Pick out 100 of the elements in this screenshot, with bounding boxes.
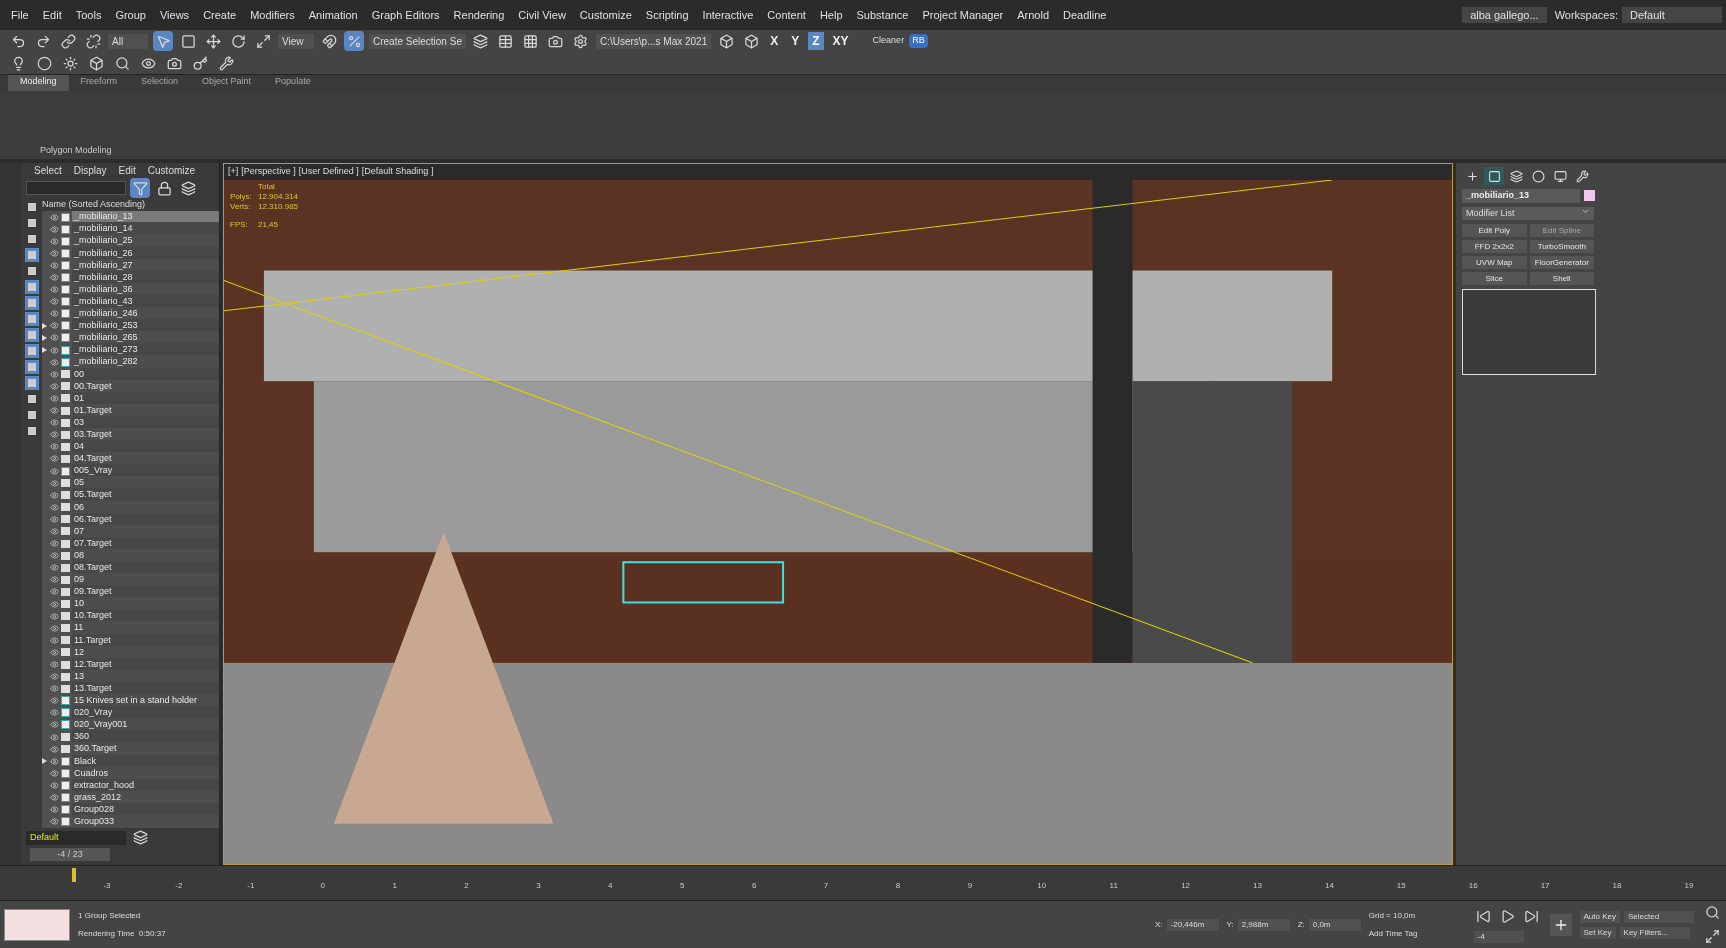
eye-icon[interactable]: [50, 744, 59, 754]
modifier-button[interactable]: UVW Map: [1462, 256, 1527, 269]
eye-icon[interactable]: [50, 333, 59, 343]
modifier-button[interactable]: FloorGenerator: [1529, 256, 1594, 269]
eye-icon[interactable]: [50, 720, 59, 730]
object-color-swatch[interactable]: [1584, 190, 1595, 202]
explorer-menu-item[interactable]: Select: [34, 163, 62, 178]
set-key-button[interactable]: Set Key: [1579, 926, 1616, 939]
object-name[interactable]: _mobiliario_282: [72, 355, 219, 369]
key-mode-dropdown[interactable]: Selected: [1624, 910, 1694, 923]
filter-toggle[interactable]: [25, 344, 39, 358]
eye-icon[interactable]: [50, 527, 59, 536]
filter-toggle[interactable]: [25, 376, 39, 390]
percent-icon[interactable]: [344, 31, 364, 51]
eye-icon[interactable]: [50, 587, 59, 597]
filter-toggle[interactable]: [25, 312, 39, 326]
object-name[interactable]: _mobiliario_25: [72, 234, 219, 248]
eye-icon[interactable]: [50, 466, 59, 476]
eye-icon[interactable]: [50, 647, 59, 657]
eye-icon[interactable]: [50, 768, 59, 778]
panel-label[interactable]: Polygon Modeling: [40, 143, 130, 157]
project-path-dropdown[interactable]: C:\Users\p...s Max 2021: [595, 33, 712, 49]
eye-icon[interactable]: [50, 248, 59, 258]
eye-icon[interactable]: [50, 599, 59, 609]
filter-toggle[interactable]: [25, 296, 39, 310]
menu-item[interactable]: Rendering: [446, 6, 512, 24]
filter-toggle[interactable]: [25, 216, 39, 230]
filter-toggle[interactable]: [25, 360, 39, 374]
timeline-track[interactable]: -3 -2 -1 0 1 2 3 4 5 6 7 8 9 10 11 12 13 14 15 16 17 18 19: [0, 865, 1726, 901]
eye-icon[interactable]: [50, 224, 59, 234]
current-frame-field[interactable]: -4: [1473, 930, 1524, 943]
rb-button[interactable]: RB: [909, 34, 928, 48]
coordinate-field[interactable]: 0,0m: [1308, 918, 1361, 931]
menu-item[interactable]: Create: [196, 6, 244, 24]
filter-toggle[interactable]: [25, 408, 39, 422]
menu-item[interactable]: Interactive: [695, 6, 761, 24]
cleaner-label[interactable]: Cleaner: [872, 34, 905, 48]
eye-icon[interactable]: [50, 345, 59, 355]
axis-button[interactable]: X: [766, 32, 783, 50]
menu-item[interactable]: Arnold: [1010, 6, 1056, 24]
viewport-label[interactable]: [Default Shading ]: [361, 165, 434, 179]
maxscript-listener[interactable]: [4, 908, 70, 941]
menu-item[interactable]: Tools: [68, 6, 109, 24]
eye-icon[interactable]: [50, 478, 59, 488]
eye-icon[interactable]: [50, 381, 59, 391]
eye-icon[interactable]: [50, 805, 59, 815]
viewport-label[interactable]: [Perspective ]: [241, 165, 296, 179]
eye-icon[interactable]: [50, 684, 59, 694]
menu-item[interactable]: Edit: [35, 6, 69, 24]
eye-icon[interactable]: [50, 369, 59, 379]
modifier-button[interactable]: Edit Poly: [1462, 224, 1527, 237]
filter-toggle[interactable]: [25, 392, 39, 406]
menu-item[interactable]: Content: [760, 6, 813, 24]
explorer-menu-item[interactable]: Customize: [147, 163, 196, 178]
link-icon[interactable]: [58, 31, 78, 51]
viewport-label[interactable]: [+]: [228, 165, 239, 179]
workspace-dropdown[interactable]: Default: [1622, 6, 1722, 24]
eye-icon[interactable]: [50, 514, 59, 524]
eye-icon[interactable]: [50, 260, 59, 270]
eye-icon[interactable]: [50, 236, 59, 246]
eye-icon[interactable]: [50, 708, 59, 718]
eye-icon[interactable]: [50, 502, 59, 512]
ribbon-tab[interactable]: Populate: [263, 75, 323, 91]
axis-button[interactable]: XY: [828, 32, 853, 50]
object-name-field[interactable]: _mobiliario_13: [1462, 189, 1580, 203]
menu-item[interactable]: Modifiers: [243, 6, 302, 24]
eye-icon[interactable]: [50, 793, 59, 803]
menu-item[interactable]: Civil View: [511, 6, 573, 24]
menu-item[interactable]: Customize: [572, 6, 639, 24]
eye-icon[interactable]: [50, 732, 59, 742]
menu-item[interactable]: Views: [152, 6, 197, 24]
menu-item[interactable]: Substance: [849, 6, 916, 24]
key-filters-button[interactable]: Key Filters...: [1619, 926, 1690, 939]
coordinate-field[interactable]: -20,446m: [1166, 918, 1219, 931]
object-name[interactable]: _mobiliario_13: [72, 211, 219, 224]
eye-icon[interactable]: [50, 454, 59, 464]
coordinate-dropdown[interactable]: View: [278, 33, 314, 49]
eye-icon[interactable]: [50, 611, 59, 621]
eye-icon[interactable]: [50, 321, 59, 331]
time-slider-thumb[interactable]: [72, 868, 76, 882]
eye-icon[interactable]: [50, 490, 59, 500]
viewport-label[interactable]: [User Defined ]: [298, 165, 359, 179]
eye-icon[interactable]: [50, 551, 59, 561]
eye-icon[interactable]: [50, 285, 59, 295]
modifier-button[interactable]: Shell: [1529, 272, 1594, 285]
pointer-icon[interactable]: [153, 31, 173, 51]
eye-icon[interactable]: [50, 418, 59, 428]
expand-arrow-icon[interactable]: [42, 758, 47, 765]
modifier-button[interactable]: TurboSmooth: [1529, 240, 1594, 253]
eye-icon[interactable]: [50, 756, 59, 766]
modify-icon[interactable]: [1484, 167, 1504, 185]
eye-icon[interactable]: [50, 660, 59, 669]
selection-filter-dropdown[interactable]: All: [108, 33, 148, 49]
eye-icon[interactable]: [50, 635, 59, 645]
eye-icon[interactable]: [50, 780, 59, 790]
object-name[interactable]: 05.Target: [72, 488, 219, 502]
eye-icon[interactable]: [50, 212, 59, 222]
modifier-list-dropdown[interactable]: Modifier List: [1462, 206, 1594, 220]
named-selection-field[interactable]: Create Selection Se: [369, 33, 466, 49]
eye-icon[interactable]: [50, 273, 59, 282]
